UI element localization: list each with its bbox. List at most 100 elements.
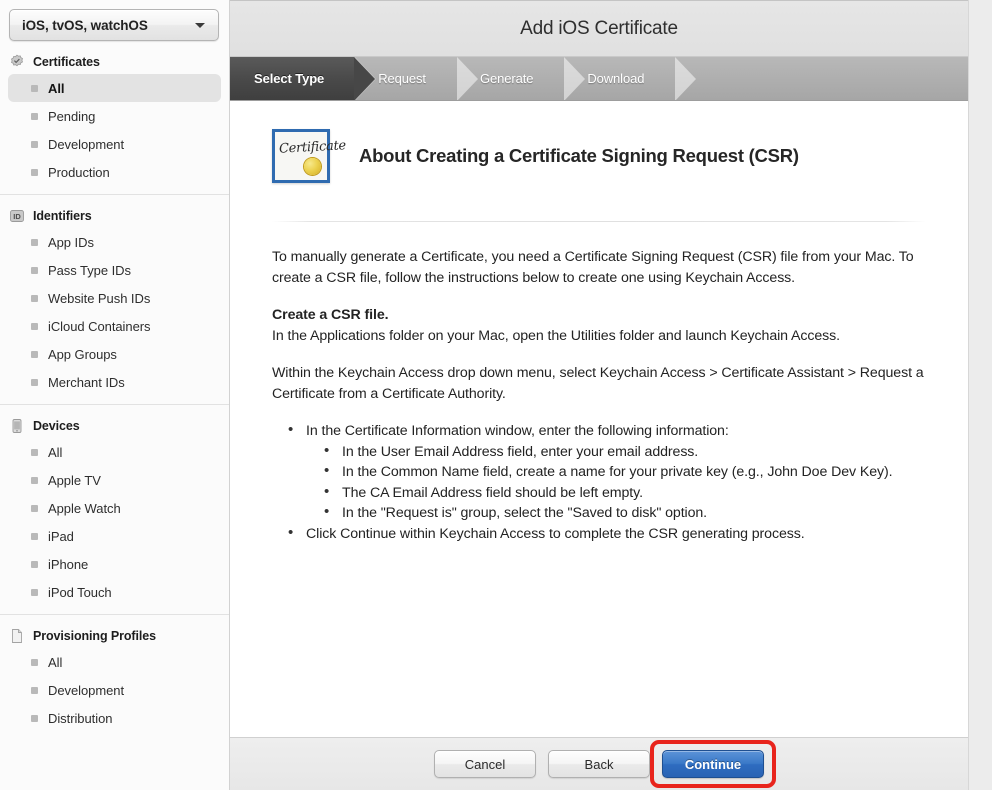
sidebar-section-identifiers: ID Identifiers App IDs Pass Type IDs Web… bbox=[0, 194, 229, 402]
back-button[interactable]: Back bbox=[548, 750, 650, 778]
sidebar-item-profiles-distribution[interactable]: Distribution bbox=[8, 704, 221, 732]
certificate-seal-icon bbox=[9, 54, 25, 70]
gold-seal-icon bbox=[304, 158, 321, 175]
sidebar-item-website-push-ids[interactable]: Website Push IDs bbox=[8, 284, 221, 312]
sidebar-item-label: All bbox=[48, 80, 65, 96]
page-title: Add iOS Certificate bbox=[520, 17, 678, 39]
bullet-icon bbox=[31, 112, 38, 120]
sidebar-header-identifiers[interactable]: ID Identifiers bbox=[0, 203, 229, 228]
document-header: Certificate About Creating a Certificate… bbox=[272, 129, 926, 183]
sidebar-item-label: iPhone bbox=[48, 556, 89, 572]
identifiers-id-icon: ID bbox=[9, 208, 25, 224]
list-item: The CA Email Address field should be lef… bbox=[324, 482, 926, 504]
list-item-text: In the Certificate Information window, e… bbox=[306, 423, 729, 439]
continue-button-container: Continue bbox=[650, 740, 776, 788]
instruction-list: In the Certificate Information window, e… bbox=[272, 420, 926, 545]
bullet-icon bbox=[31, 532, 38, 540]
sidebar-item-merchant-ids[interactable]: Merchant IDs bbox=[8, 368, 221, 396]
sidebar-header-label: Certificates bbox=[33, 54, 100, 69]
sidebar-header-label: Devices bbox=[33, 418, 80, 433]
sidebar-nav: Certificates All Pending Development Pro… bbox=[0, 41, 229, 738]
bullet-icon bbox=[31, 322, 38, 330]
sidebar-item-apple-tv[interactable]: Apple TV bbox=[8, 466, 221, 494]
sidebar-header-label: Identifiers bbox=[33, 208, 92, 223]
sidebar-item-label: Pass Type IDs bbox=[48, 262, 131, 278]
main-area: Add iOS Certificate Select Type Request … bbox=[230, 0, 992, 790]
svg-text:ID: ID bbox=[13, 212, 21, 221]
bullet-icon bbox=[31, 686, 38, 694]
document-heading: About Creating a Certificate Signing Req… bbox=[359, 145, 799, 166]
sidebar-item-app-ids[interactable]: App IDs bbox=[8, 228, 221, 256]
sidebar-item-icloud-containers[interactable]: iCloud Containers bbox=[8, 312, 221, 340]
intro-paragraph: To manually generate a Certificate, you … bbox=[272, 249, 914, 286]
sidebar-header-certificates[interactable]: Certificates bbox=[0, 49, 229, 74]
right-gutter bbox=[970, 0, 992, 790]
sidebar-item-iphone[interactable]: iPhone bbox=[8, 550, 221, 578]
list-item-text: In the Common Name field, create a name … bbox=[342, 464, 893, 480]
continue-button[interactable]: Continue bbox=[662, 750, 764, 778]
sidebar-header-provisioning-profiles[interactable]: Provisioning Profiles bbox=[0, 623, 229, 648]
sidebar-item-label: All bbox=[48, 654, 63, 670]
sidebar-item-label: Merchant IDs bbox=[48, 374, 125, 390]
bullet-icon bbox=[31, 504, 38, 512]
bullet-icon bbox=[31, 476, 38, 484]
sidebar-item-certificates-development[interactable]: Development bbox=[8, 130, 221, 158]
app-window: iOS, tvOS, watchOS Certificates All Pend… bbox=[0, 0, 992, 790]
sidebar: iOS, tvOS, watchOS Certificates All Pend… bbox=[0, 0, 230, 790]
sidebar-item-apple-watch[interactable]: Apple Watch bbox=[8, 494, 221, 522]
sidebar-item-profiles-all[interactable]: All bbox=[8, 648, 221, 676]
sidebar-item-pass-type-ids[interactable]: Pass Type IDs bbox=[8, 256, 221, 284]
sidebar-item-label: Pending bbox=[48, 108, 96, 124]
sidebar-item-label: Production bbox=[48, 164, 110, 180]
list-item: Click Continue within Keychain Access to… bbox=[288, 523, 926, 545]
sidebar-section-devices: Devices All Apple TV Apple Watch iPad iP… bbox=[0, 404, 229, 612]
sidebar-section-certificates: Certificates All Pending Development Pro… bbox=[0, 49, 229, 192]
sidebar-item-certificates-all[interactable]: All bbox=[8, 74, 221, 102]
sidebar-item-certificates-pending[interactable]: Pending bbox=[8, 102, 221, 130]
bullet-icon bbox=[31, 588, 38, 596]
sidebar-item-label: Development bbox=[48, 136, 125, 152]
sidebar-item-label: iCloud Containers bbox=[48, 318, 151, 334]
sidebar-item-label: All bbox=[48, 444, 63, 460]
step-select-type[interactable]: Select Type bbox=[230, 57, 377, 100]
sidebar-item-label: iPad bbox=[48, 528, 74, 544]
panel-footer: Cancel Back Continue bbox=[230, 737, 968, 790]
bullet-icon bbox=[31, 714, 38, 722]
bullet-icon bbox=[31, 448, 38, 456]
bullet-icon bbox=[31, 84, 38, 92]
step-label: Request bbox=[378, 71, 426, 86]
sidebar-item-profiles-development[interactable]: Development bbox=[8, 676, 221, 704]
chevron-right-icon bbox=[563, 57, 584, 100]
team-select-value: iOS, tvOS, watchOS bbox=[22, 17, 148, 33]
device-phone-icon bbox=[9, 418, 25, 434]
sidebar-item-ipad[interactable]: iPad bbox=[8, 522, 221, 550]
sidebar-item-ipod-touch[interactable]: iPod Touch bbox=[8, 578, 221, 606]
sidebar-item-app-groups[interactable]: App Groups bbox=[8, 340, 221, 368]
bullet-icon bbox=[31, 140, 38, 148]
sidebar-header-label: Provisioning Profiles bbox=[33, 628, 156, 643]
step-label: Download bbox=[587, 71, 645, 86]
sidebar-item-label: App IDs bbox=[48, 234, 94, 250]
step-breadcrumb: Select Type Request Generate Download bbox=[230, 57, 968, 101]
document-page-icon bbox=[9, 628, 25, 644]
bullet-icon bbox=[31, 560, 38, 568]
team-select-container: iOS, tvOS, watchOS bbox=[0, 0, 229, 41]
list-item: In the User Email Address field, enter y… bbox=[324, 441, 926, 463]
sidebar-header-devices[interactable]: Devices bbox=[0, 413, 229, 438]
cancel-button[interactable]: Cancel bbox=[434, 750, 536, 778]
sidebar-item-label: Website Push IDs bbox=[48, 290, 151, 306]
sidebar-section-provisioning-profiles: Provisioning Profiles All Development Di… bbox=[0, 614, 229, 738]
sidebar-item-label: Apple TV bbox=[48, 472, 101, 488]
chevron-right-icon bbox=[674, 57, 695, 100]
sidebar-item-label: Apple Watch bbox=[48, 500, 121, 516]
sidebar-item-devices-all[interactable]: All bbox=[8, 438, 221, 466]
sidebar-item-certificates-production[interactable]: Production bbox=[8, 158, 221, 186]
certificate-icon-word: Certificate bbox=[278, 138, 347, 157]
instruction-sublist: In the User Email Address field, enter y… bbox=[306, 441, 926, 524]
subheading-create-csr: Create a CSR file. bbox=[272, 307, 389, 323]
chevron-down-icon bbox=[195, 23, 205, 28]
bullet-icon bbox=[31, 266, 38, 274]
bullet-icon bbox=[31, 168, 38, 176]
list-item: In the "Request is" group, select the "S… bbox=[324, 502, 926, 524]
team-select-dropdown[interactable]: iOS, tvOS, watchOS bbox=[9, 9, 219, 41]
